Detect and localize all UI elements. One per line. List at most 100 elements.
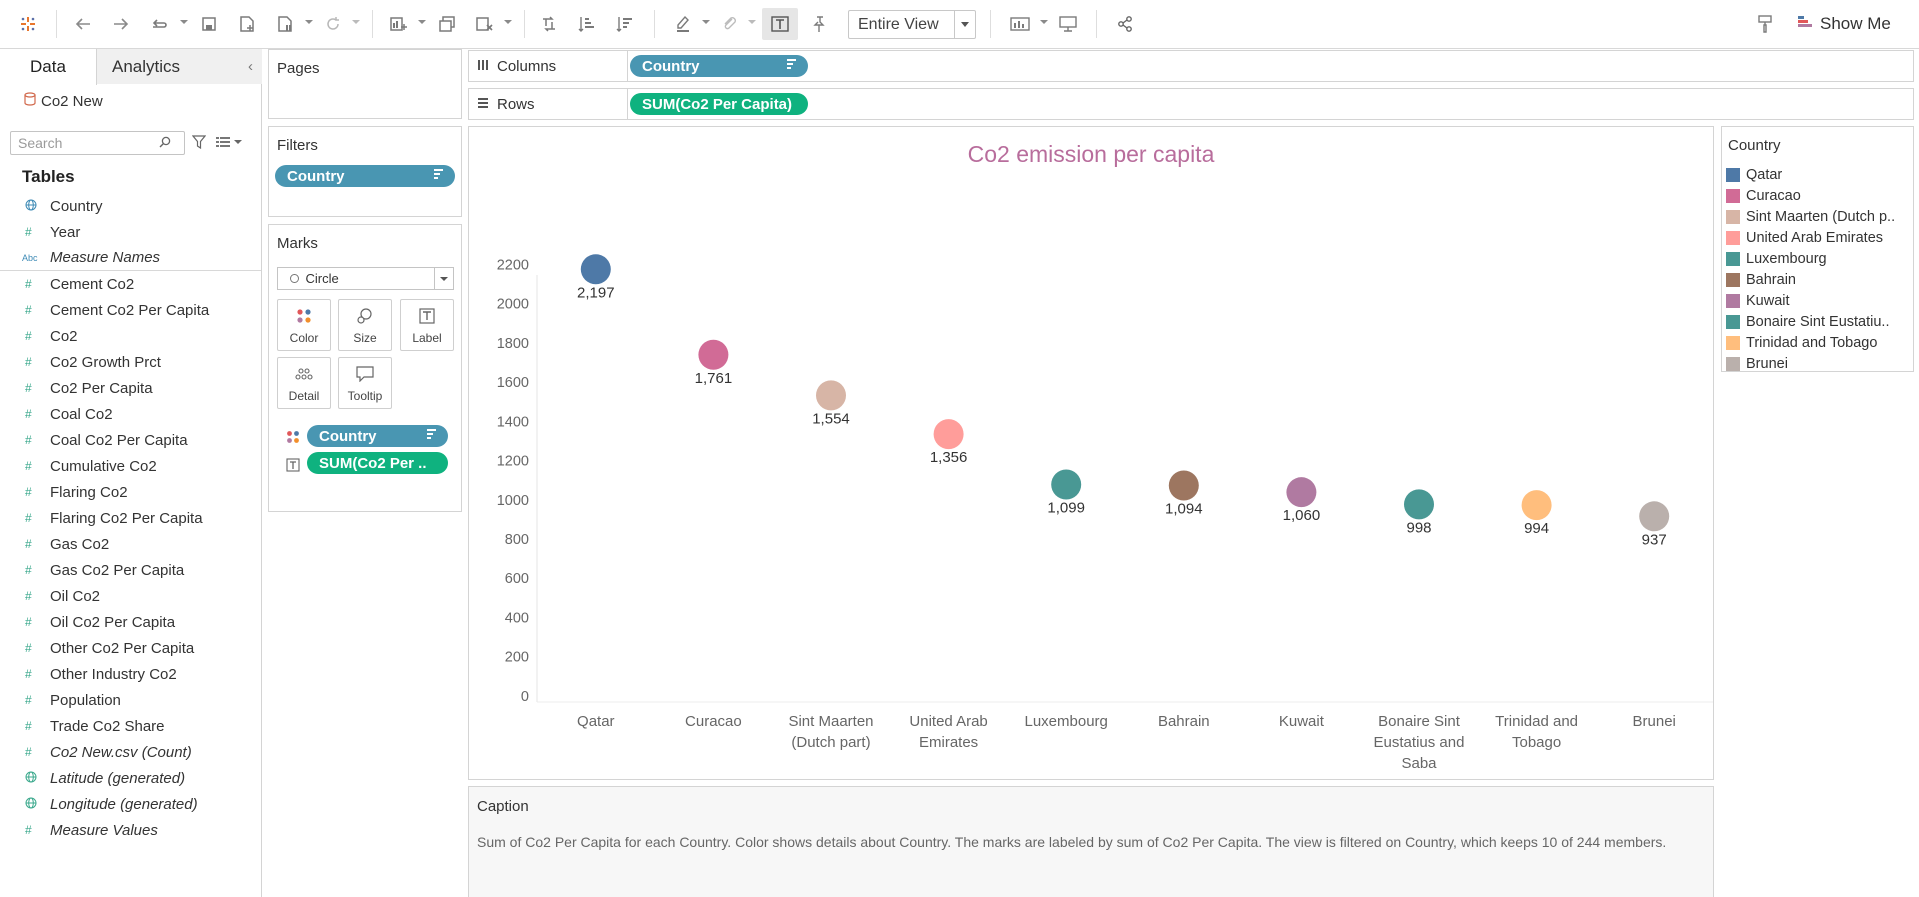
columns-pill-country[interactable]: Country bbox=[630, 55, 808, 77]
data-label: 1,094 bbox=[1165, 501, 1203, 518]
legend-item[interactable]: Luxembourg bbox=[1726, 248, 1912, 269]
field-item[interactable]: # Co2 bbox=[0, 323, 261, 349]
legend-item[interactable]: Bonaire Sint Eustatiu.. bbox=[1726, 311, 1912, 332]
field-item[interactable]: # Co2 Per Capita bbox=[0, 375, 261, 401]
view-options-icon[interactable] bbox=[216, 136, 242, 148]
datasource-item[interactable]: Co2 New bbox=[24, 92, 103, 110]
field-item[interactable]: # Oil Co2 bbox=[0, 583, 261, 609]
pause-dropdown-icon[interactable] bbox=[305, 20, 313, 24]
new-worksheet-icon[interactable] bbox=[388, 12, 410, 36]
clear-sheet-dropdown-icon[interactable] bbox=[504, 20, 512, 24]
swap-rows-columns-icon[interactable] bbox=[538, 12, 560, 36]
tooltip-button[interactable]: Tooltip bbox=[338, 357, 392, 409]
share-icon[interactable] bbox=[1114, 12, 1136, 36]
filter-icon[interactable] bbox=[191, 135, 207, 153]
field-item[interactable]: # Coal Co2 bbox=[0, 401, 261, 427]
field-item[interactable]: # Population bbox=[0, 687, 261, 713]
field-item[interactable]: # Measure Values bbox=[0, 817, 261, 843]
new-worksheet-dropdown-icon[interactable] bbox=[418, 20, 426, 24]
field-item[interactable]: # Flaring Co2 bbox=[0, 479, 261, 505]
redo-icon[interactable] bbox=[110, 12, 132, 36]
data-label: 1,761 bbox=[695, 370, 733, 387]
filter-pill-country[interactable]: Country bbox=[275, 165, 455, 187]
field-list: Country # Year Abc Measure Names # Cement Co2 #… bbox=[0, 193, 261, 843]
sort-ascending-icon[interactable] bbox=[576, 12, 598, 36]
highlight-dropdown-icon[interactable] bbox=[702, 20, 710, 24]
color-button[interactable]: Color bbox=[277, 299, 331, 351]
save-icon[interactable] bbox=[198, 12, 220, 36]
show-cards-icon[interactable] bbox=[1008, 12, 1032, 36]
field-item[interactable]: # Gas Co2 Per Capita bbox=[0, 557, 261, 583]
pages-card[interactable]: Pages bbox=[268, 49, 462, 119]
field-item[interactable]: # Trade Co2 Share bbox=[0, 713, 261, 739]
rows-shelf[interactable]: Rows SUM(Co2 Per Capita) bbox=[468, 88, 1914, 120]
fix-axes-icon[interactable] bbox=[808, 12, 830, 36]
field-item[interactable]: # Co2 Growth Prct bbox=[0, 349, 261, 375]
format-painter-icon[interactable] bbox=[1754, 12, 1776, 36]
legend-item[interactable]: United Arab Emirates bbox=[1726, 227, 1912, 248]
replay-icon[interactable] bbox=[148, 12, 170, 36]
field-item[interactable]: # Cumulative Co2 bbox=[0, 453, 261, 479]
pause-updates-icon[interactable] bbox=[274, 12, 296, 36]
show-cards-dropdown-icon[interactable] bbox=[1040, 20, 1048, 24]
field-item[interactable]: # Flaring Co2 Per Capita bbox=[0, 505, 261, 531]
size-button[interactable]: Size bbox=[338, 299, 392, 351]
collapse-pane-icon[interactable]: ‹ bbox=[248, 58, 253, 75]
field-item[interactable]: # Coal Co2 Per Capita bbox=[0, 427, 261, 453]
legend-item[interactable]: Kuwait bbox=[1726, 290, 1912, 311]
fit-dropdown[interactable]: Entire View bbox=[848, 10, 976, 39]
search-field[interactable] bbox=[10, 131, 185, 155]
legend-item[interactable]: Brunei bbox=[1726, 353, 1912, 374]
group-members-icon[interactable] bbox=[718, 12, 740, 36]
caption-title: Caption bbox=[477, 798, 529, 815]
field-item[interactable]: # Gas Co2 bbox=[0, 531, 261, 557]
tableau-logo-icon[interactable] bbox=[18, 12, 38, 36]
label-button[interactable]: Label bbox=[400, 299, 454, 351]
field-item[interactable]: # Other Industry Co2 bbox=[0, 661, 261, 687]
marks-pill-country[interactable]: Country bbox=[307, 425, 448, 447]
group-dropdown-icon[interactable] bbox=[748, 20, 756, 24]
refresh-dropdown-icon[interactable] bbox=[352, 20, 360, 24]
legend-item[interactable]: Qatar bbox=[1726, 164, 1912, 185]
field-item[interactable]: # Cement Co2 Per Capita bbox=[0, 297, 261, 323]
columns-shelf[interactable]: Columns Country bbox=[468, 50, 1914, 82]
clear-sheet-icon[interactable] bbox=[474, 12, 496, 36]
duplicate-sheet-icon[interactable] bbox=[436, 12, 458, 36]
undo-icon[interactable] bbox=[72, 12, 94, 36]
refresh-icon[interactable] bbox=[322, 12, 344, 36]
sort-descending-icon[interactable] bbox=[614, 12, 636, 36]
mark-type-dropdown[interactable]: Circle bbox=[277, 267, 454, 290]
highlight-icon[interactable] bbox=[672, 12, 694, 36]
show-mark-labels-icon[interactable] bbox=[762, 8, 798, 40]
presentation-mode-icon[interactable] bbox=[1057, 12, 1079, 36]
field-item[interactable]: # Co2 New.csv (Count) bbox=[0, 739, 261, 765]
field-item[interactable]: Latitude (generated) bbox=[0, 765, 261, 791]
show-me-button[interactable]: Show Me bbox=[1797, 12, 1891, 36]
replay-dropdown-icon[interactable] bbox=[180, 20, 188, 24]
new-data-source-icon[interactable] bbox=[236, 12, 258, 36]
field-item[interactable]: # Cement Co2 bbox=[0, 271, 261, 297]
field-name: Coal Co2 bbox=[50, 405, 113, 423]
field-item[interactable]: Abc Measure Names bbox=[0, 245, 261, 271]
field-item[interactable]: Longitude (generated) bbox=[0, 791, 261, 817]
legend-item[interactable]: Curacao bbox=[1726, 185, 1912, 206]
detail-button[interactable]: Detail bbox=[277, 357, 331, 409]
tab-analytics[interactable]: Analytics bbox=[97, 49, 262, 84]
field-item[interactable]: # Year bbox=[0, 219, 261, 245]
legend-item[interactable]: Bahrain bbox=[1726, 269, 1912, 290]
tab-data[interactable]: Data bbox=[0, 49, 97, 85]
field-item[interactable]: # Other Co2 Per Capita bbox=[0, 635, 261, 661]
search-icon bbox=[159, 135, 171, 152]
marks-title: Marks bbox=[277, 235, 318, 252]
rows-pill-sum-co2[interactable]: SUM(Co2 Per Capita) bbox=[630, 93, 808, 115]
field-item[interactable]: # Oil Co2 Per Capita bbox=[0, 609, 261, 635]
filters-card[interactable]: Filters Country bbox=[268, 126, 462, 217]
legend-item[interactable]: Trinidad and Tobago bbox=[1726, 332, 1912, 353]
label-label: Label bbox=[412, 331, 442, 345]
legend-item[interactable]: Sint Maarten (Dutch p.. bbox=[1726, 206, 1912, 227]
data-point bbox=[580, 254, 611, 285]
worksheet-view[interactable]: Co2 emission per capita 0 200 400 600 800 100… bbox=[468, 126, 1714, 780]
marks-pill-sum-co2[interactable]: SUM(Co2 Per .. bbox=[307, 452, 448, 474]
search-input[interactable] bbox=[11, 135, 159, 151]
field-item[interactable]: Country bbox=[0, 193, 261, 219]
